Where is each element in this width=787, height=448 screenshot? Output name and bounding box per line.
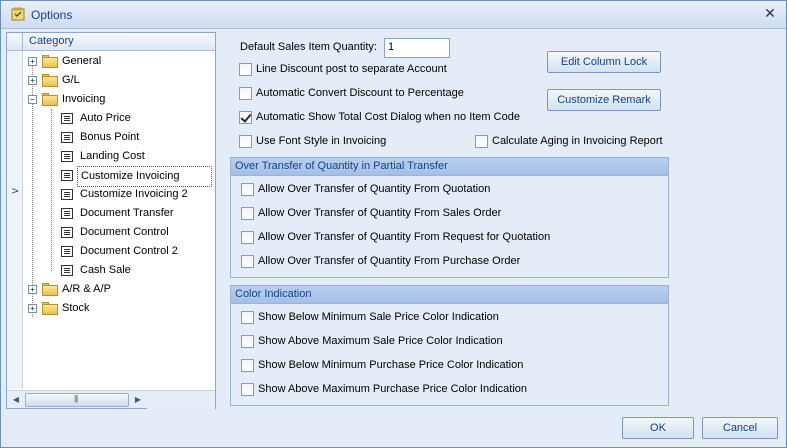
collapse-icon[interactable]: − xyxy=(28,95,37,104)
scroll-left-icon[interactable]: ◀ xyxy=(9,393,23,407)
horizontal-scrollbar[interactable]: ◀ ||| ▶ xyxy=(7,390,215,409)
color-indication-group: Color Indication Show Below Minimum Sale… xyxy=(230,285,669,406)
current-row-arrow-icon: > xyxy=(11,186,20,197)
options-app-icon xyxy=(11,7,25,21)
above-max-purchase-checkbox[interactable] xyxy=(241,383,254,396)
over-transfer-rfq-checkbox[interactable] xyxy=(241,231,254,244)
over-transfer-quotation-checkbox[interactable] xyxy=(241,183,254,196)
tree-item-cash-sale[interactable]: Cash Sale xyxy=(47,261,215,280)
above-max-sale-checkbox[interactable] xyxy=(241,335,254,348)
auto-convert-checkbox[interactable] xyxy=(239,87,252,100)
tree-item-auto-price[interactable]: Auto Price xyxy=(47,109,215,128)
calc-aging-checkbox[interactable] xyxy=(475,135,488,148)
auto-show-cost-checkbox[interactable] xyxy=(239,111,252,124)
folder-icon xyxy=(42,55,58,68)
color-indication-group-title: Color Indication xyxy=(231,286,668,304)
folder-icon xyxy=(42,74,58,87)
document-icon xyxy=(61,170,73,181)
below-min-purchase-checkbox[interactable] xyxy=(241,359,254,372)
document-icon xyxy=(61,189,73,200)
expand-icon[interactable]: + xyxy=(28,304,37,313)
over-transfer-purchase-order-checkbox[interactable] xyxy=(241,255,254,268)
title-bar: Options ✕ xyxy=(1,1,786,29)
row-indicator-column: > xyxy=(7,51,23,389)
below-min-sale-checkbox[interactable] xyxy=(241,311,254,324)
close-icon[interactable]: ✕ xyxy=(762,6,778,22)
document-icon xyxy=(61,113,73,124)
tree-item-invoicing[interactable]: − Invoicing xyxy=(27,90,215,109)
line-discount-checkbox[interactable] xyxy=(239,63,252,76)
edit-column-lock-button[interactable]: Edit Column Lock xyxy=(547,51,661,73)
options-window: Options ✕ Category > + General + G/L − I… xyxy=(0,0,787,448)
folder-open-icon xyxy=(42,93,58,106)
default-qty-label: Default Sales Item Quantity: xyxy=(240,41,377,53)
tree-item-document-control-2[interactable]: Document Control 2 xyxy=(47,242,215,261)
document-icon xyxy=(61,246,73,257)
expand-icon[interactable]: + xyxy=(28,76,37,85)
tree-item-document-transfer[interactable]: Document Transfer xyxy=(47,204,215,223)
ok-button[interactable]: OK xyxy=(622,417,694,439)
tree-item-stock[interactable]: + Stock xyxy=(27,299,215,318)
tree-item-customize-invoicing-2[interactable]: Customize Invoicing 2 xyxy=(47,185,215,204)
scroll-right-icon[interactable]: ▶ xyxy=(131,393,145,407)
window-title: Options xyxy=(31,8,73,22)
font-style-checkbox[interactable] xyxy=(239,135,252,148)
over-transfer-group: Over Transfer of Quantity in Partial Tra… xyxy=(230,157,669,278)
tree-item-customize-invoicing[interactable]: Customize Invoicing xyxy=(47,166,215,187)
over-transfer-sales-order-checkbox[interactable] xyxy=(241,207,254,220)
expand-icon[interactable]: + xyxy=(28,285,37,294)
category-header[interactable]: Category xyxy=(7,33,215,51)
tree-item-general[interactable]: + General xyxy=(27,52,215,71)
tree-item-document-control[interactable]: Document Control xyxy=(47,223,215,242)
document-icon xyxy=(61,265,73,276)
tree-item-bonus-point[interactable]: Bonus Point xyxy=(47,128,215,147)
customize-remark-button[interactable]: Customize Remark xyxy=(547,89,661,111)
folder-icon xyxy=(42,302,58,315)
document-icon xyxy=(61,132,73,143)
scroll-thumb[interactable]: ||| xyxy=(25,393,129,407)
cancel-button[interactable]: Cancel xyxy=(702,417,778,439)
tree-item-landing-cost[interactable]: Landing Cost xyxy=(47,147,215,166)
folder-icon xyxy=(42,283,58,296)
over-transfer-group-title: Over Transfer of Quantity in Partial Tra… xyxy=(231,158,668,176)
tree-item-gl[interactable]: + G/L xyxy=(27,71,215,90)
tree-item-ar-ap[interactable]: + A/R & A/P xyxy=(27,280,215,299)
expand-icon[interactable]: + xyxy=(28,57,37,66)
document-icon xyxy=(61,151,73,162)
default-qty-input[interactable]: 1 xyxy=(384,38,450,58)
document-icon xyxy=(61,227,73,238)
document-icon xyxy=(61,208,73,219)
category-tree[interactable]: Category > + General + G/L − Invoicing A… xyxy=(6,32,216,409)
